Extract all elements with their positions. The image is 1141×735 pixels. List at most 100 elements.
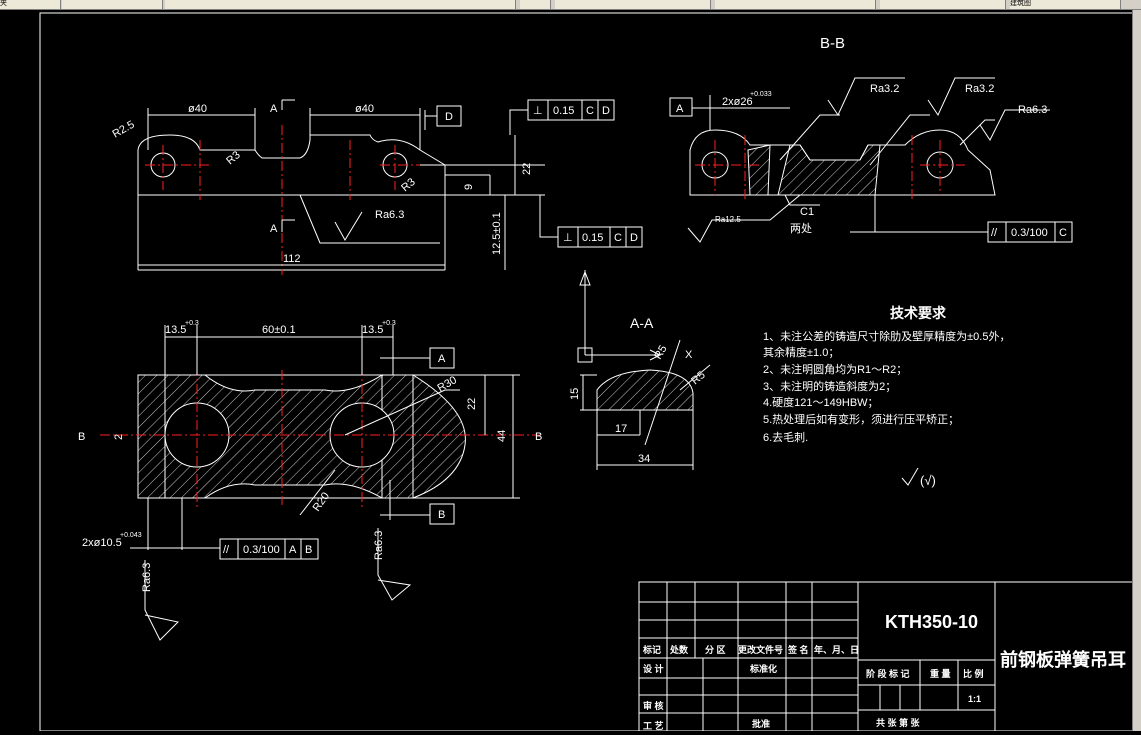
bb-rough-3: Ra6.3: [1018, 104, 1047, 116]
tb-row-standard: 标准化: [749, 663, 777, 674]
section-a-top: A: [270, 103, 278, 115]
tb-scale-label: 比 例: [963, 668, 984, 679]
plan-dim-135b: 13.5: [362, 324, 383, 336]
plan-rough-right: Ra6.3: [373, 531, 385, 560]
plan-hole-dim-tol: +0.043: [120, 532, 142, 539]
aa-dim-17: 17: [615, 423, 627, 435]
tb-header-count: 处数: [669, 644, 689, 655]
datum-d: D: [445, 111, 453, 123]
plan-datum-b: B: [438, 509, 445, 521]
bb-rough-2: Ra3.2: [965, 83, 994, 95]
dim-right-d40: ø40: [355, 103, 374, 115]
title-block: 标记 处数 分 区 更改文件号 签 名 年、月、日 设 计 标准化 审 核 工 …: [638, 581, 1136, 732]
fcf-bottom-d: D: [630, 232, 638, 244]
plan-dim-135a: 13.5: [165, 324, 186, 336]
plan-dim-135a-tol: +0.3: [185, 320, 199, 327]
tb-sheets: 共 张 第 张: [876, 717, 921, 728]
tb-row-approve: 批准: [752, 718, 770, 729]
toolbar-right-label: 建筑图: [1010, 0, 1031, 7]
radius-r3: R3: [224, 149, 242, 167]
cad-toolbar-strip: 夹 建筑图: [0, 0, 1141, 10]
tb-header-date: 年、月、日: [814, 644, 859, 655]
fcf-top-value: 0.15: [553, 105, 574, 117]
rough-check-icon: [901, 467, 919, 486]
plan-dim-r30: R30: [436, 374, 459, 394]
fcf-top-symbol: ⊥: [533, 105, 543, 117]
bb-fcf-c: C: [1059, 227, 1067, 239]
plan-fcf-value: 0.3/100: [243, 544, 280, 556]
toolbar-color-combo[interactable]: [555, 0, 711, 9]
dim-9-top: 9: [463, 184, 475, 190]
tech-req-line-5: 4.硬度121～149HBW；: [763, 395, 879, 409]
plan-fcf-b: B: [305, 544, 312, 556]
plan-dim-2: 2: [113, 434, 125, 440]
bb-chamfer-note: 两处: [790, 222, 812, 235]
tb-part-code: KTH350-10: [885, 612, 978, 632]
fcf-bottom-symbol: ⊥: [563, 232, 573, 244]
view-aa-title: A-A: [630, 315, 654, 331]
drawing-canvas[interactable]: ø40 ø40 A A D R2.5 R3 R3 Ra6.3 22 9 12.5…: [0, 10, 1141, 732]
fcf-top-c: C: [586, 105, 594, 117]
bb-hole-dim: 2xø26: [722, 96, 753, 108]
view-bb-title: B-B: [820, 35, 845, 52]
aa-dim-34: 34: [638, 453, 650, 465]
tb-row-check: 审 核: [643, 700, 664, 711]
plan-b-right: B: [535, 431, 542, 443]
plan-dim-135b-tol: +0.3: [382, 320, 396, 327]
toolbar-layer-combo[interactable]: [165, 0, 516, 9]
plan-dim-44: 44: [496, 430, 508, 442]
plan-b-left: B: [78, 431, 85, 443]
tb-part-name: 前钢板弹簧吊耳: [1000, 649, 1126, 670]
radius-r3b: R3: [399, 176, 417, 194]
plan-dim-r20: R20: [311, 490, 332, 513]
fcf-top-d: D: [602, 105, 610, 117]
toolbar-linetype-combo[interactable]: [715, 0, 876, 9]
radius-r25: R2.5: [111, 119, 137, 141]
bb-fcf-value: 0.3/100: [1011, 227, 1048, 239]
tb-stage: 阶 段 标 记: [866, 668, 910, 679]
plan-fcf-symbol: //: [223, 544, 230, 556]
tech-req-line-2: 其余精度±1.0；: [763, 345, 839, 359]
plan-rough-left: Ra6.3: [141, 563, 153, 592]
dim-22-top: 22: [521, 163, 533, 175]
bb-fcf-symbol: //: [991, 227, 998, 239]
tech-req-line-3: 2、未注明圆角均为R1～R2；: [763, 362, 907, 376]
toolbar-icons-1[interactable]: [62, 0, 163, 9]
aa-r-right: R5: [689, 369, 707, 387]
plan-dim-22: 22: [466, 398, 478, 410]
toolbar-plotstyle-combo[interactable]: 建筑图: [1010, 0, 1121, 9]
aa-x-mark: X: [685, 349, 693, 361]
plan-datum-a: A: [438, 353, 446, 365]
tb-header-zone: 分 区: [705, 644, 726, 655]
tech-req-line-6: 5.热处理后如有变形，须进行压平矫正；: [763, 412, 959, 426]
bb-rough-1: Ra3.2: [870, 83, 899, 95]
tb-row-design: 设 计: [643, 663, 664, 674]
plan-view: 13.5 +0.3 60±0.1 13.5 +0.3 A B R30 R20 2…: [78, 320, 542, 641]
toolbar-lineweight-combo[interactable]: [880, 0, 1006, 9]
dim-left-d40: ø40: [188, 103, 207, 115]
toolbar-left-segment[interactable]: 夹: [0, 0, 61, 9]
tech-req-line-7: 6.去毛刺.: [763, 431, 808, 444]
aa-r-top: R5: [652, 343, 669, 361]
aa-view: A-A 15 17 34 R5 R5 X: [569, 270, 711, 470]
plan-hole-dim: 2xø10.5: [82, 537, 122, 549]
bb-hole-tol: +0.033: [750, 91, 772, 98]
tech-requirements: 技术要求 1、未注公差的铸造尺寸除肋及壁厚精度为±0.5外， 其余精度±1.0；…: [763, 305, 1010, 488]
tb-header-sign: 签 名: [787, 644, 809, 655]
tb-scale-value: 1:1: [968, 694, 981, 704]
dim-125: 12.5±0.1: [491, 212, 503, 255]
tech-req-title: 技术要求: [890, 305, 947, 321]
bb-rough-4: Ra12.5: [715, 215, 741, 224]
toolbar-left-label: 夹: [0, 0, 7, 7]
bb-view: B-B A 2xø26 +0.033 Ra3.2 Ra3.2 Ra6.3 Ra1…: [669, 35, 1073, 243]
top-view: ø40 ø40 A A D R2.5 R3 R3 Ra6.3 22 9 12.5…: [111, 99, 643, 275]
vertical-scrollbar[interactable]: [1132, 10, 1141, 731]
section-a-bottom: A: [270, 223, 278, 235]
tech-req-line-1: 1、未注公差的铸造尺寸除肋及壁厚精度为±0.5外，: [763, 329, 1010, 343]
plan-fcf-a: A: [289, 544, 297, 556]
fcf-bottom-value: 0.15: [582, 232, 603, 244]
aa-dim-15: 15: [569, 388, 581, 400]
tb-weight: 重 量: [930, 668, 951, 679]
toolbar-icons-2[interactable]: [520, 0, 551, 9]
bb-chamfer: C1: [800, 206, 814, 218]
